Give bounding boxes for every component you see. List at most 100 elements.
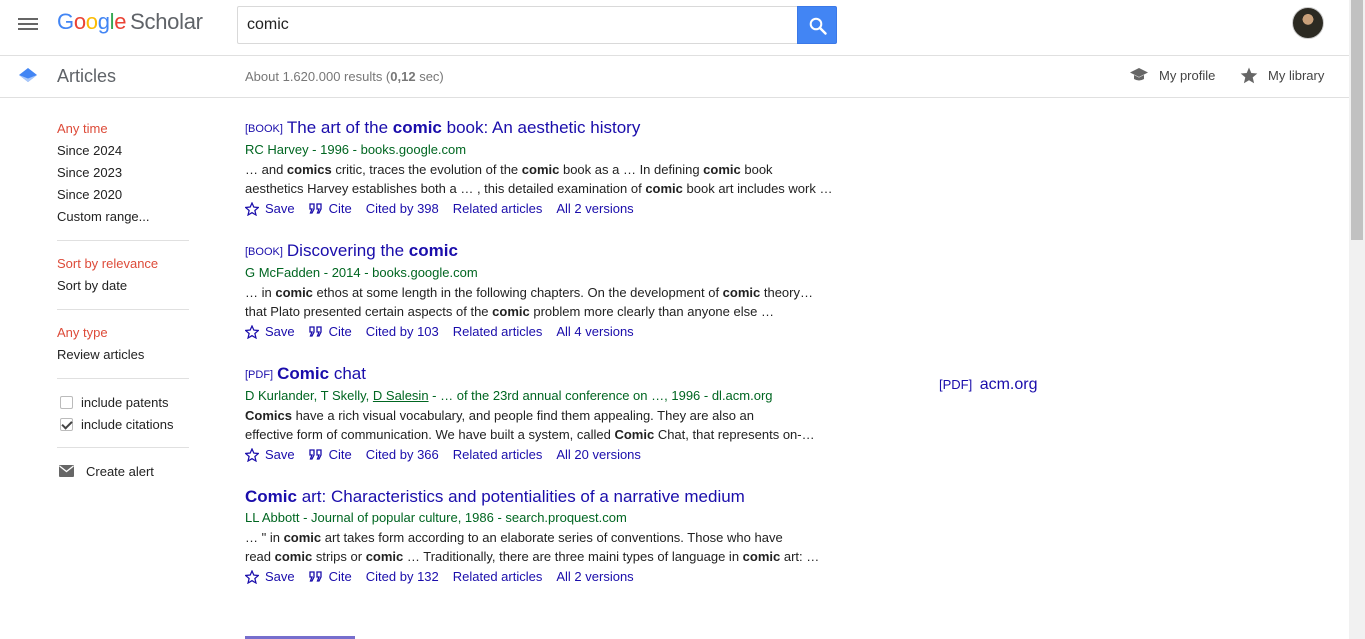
filter-since-2020[interactable]: Since 2020 (57, 184, 189, 206)
next-result-title-cutoff[interactable] (245, 630, 365, 639)
author-link[interactable]: D Salesin (373, 388, 429, 403)
type-filter-group: Any type Review articles (57, 322, 189, 379)
my-profile-link[interactable]: My profile (1129, 67, 1215, 83)
quote-icon (308, 203, 322, 214)
save-button[interactable]: Save (245, 321, 295, 343)
create-alert-button[interactable]: Create alert (57, 460, 189, 482)
star-outline-icon (245, 325, 259, 339)
google-scholar-logo[interactable]: Google Scholar (57, 9, 203, 35)
filter-any-type[interactable]: Any type (57, 322, 189, 344)
result-meta: RC Harvey - 1996 - books.google.com (245, 142, 467, 157)
star-outline-icon (245, 202, 259, 216)
result-title-link[interactable]: Comic art: Characteristics and potential… (245, 487, 845, 507)
star-icon (1240, 67, 1258, 84)
result-actions: Save Cite Cited by 398 Related articles … (245, 198, 845, 220)
save-button[interactable]: Save (245, 566, 295, 588)
all-versions-link[interactable]: All 20 versions (556, 444, 641, 466)
related-articles-link[interactable]: Related articles (453, 444, 543, 466)
filter-any-time[interactable]: Any time (57, 118, 189, 140)
avatar[interactable] (1292, 7, 1324, 39)
all-versions-link[interactable]: All 2 versions (556, 198, 633, 220)
sort-group: Sort by relevance Sort by date (57, 253, 189, 310)
scrollbar-thumb[interactable] (1351, 0, 1363, 240)
section-label-articles: Articles (57, 66, 117, 86)
include-patents-option[interactable]: include patents (57, 391, 189, 413)
cite-button[interactable]: Cite (308, 444, 352, 466)
my-library-label: My library (1268, 68, 1325, 83)
result-type-tag: [PDF] (245, 369, 274, 381)
result-actions: Save Cite Cited by 103 Related articles … (245, 321, 845, 343)
filter-sidebar: Any time Since 2024 Since 2023 Since 202… (57, 118, 189, 482)
sort-by-relevance[interactable]: Sort by relevance (57, 253, 189, 275)
result-item: [PDF] Comic chat D Kurlander, T Skelly, D… (245, 364, 845, 466)
filter-custom-range[interactable]: Custom range... (57, 206, 189, 228)
filter-since-2024[interactable]: Since 2024 (57, 140, 189, 162)
time-filter-group: Any time Since 2024 Since 2023 Since 202… (57, 118, 189, 241)
result-item: Comic art: Characteristics and potential… (245, 487, 845, 588)
pdf-source-link[interactable]: [PDF] acm.org (939, 376, 1037, 394)
cited-by-link[interactable]: Cited by 132 (366, 566, 439, 588)
result-snippet-line: Comics have a rich visual vocabulary, an… (245, 408, 755, 423)
hamburger-menu-icon[interactable] (18, 15, 40, 33)
checkbox-group: include patents include citations (57, 391, 189, 448)
star-outline-icon (245, 570, 259, 584)
sort-by-date[interactable]: Sort by date (57, 275, 189, 297)
quote-icon (308, 449, 322, 460)
cited-by-link[interactable]: Cited by 103 (366, 321, 439, 343)
cite-button[interactable]: Cite (308, 566, 352, 588)
all-versions-link[interactable]: All 2 versions (556, 566, 633, 588)
graduation-cap-icon (1130, 68, 1148, 81)
search-input[interactable] (237, 6, 798, 44)
result-snippet-line: aesthetics Harvey establishes both a … ,… (245, 181, 833, 196)
pdf-source-domain: acm.org (979, 376, 1038, 393)
result-type-tag: [BOOK] (245, 123, 283, 135)
logo-scholar-text: Scholar (130, 9, 203, 34)
include-citations-checkbox[interactable] (60, 417, 73, 431)
include-citations-label: include citations (81, 416, 174, 432)
logo-google-text: Google (57, 9, 127, 34)
result-snippet-line: … and comics critic, traces the evolutio… (245, 162, 773, 177)
create-alert-label: Create alert (86, 463, 154, 479)
related-articles-link[interactable]: Related articles (453, 198, 543, 220)
related-articles-link[interactable]: Related articles (453, 566, 543, 588)
all-versions-link[interactable]: All 4 versions (556, 321, 633, 343)
quote-icon (308, 326, 322, 337)
cite-button[interactable]: Cite (308, 198, 352, 220)
result-title-link[interactable]: [PDF] Comic chat (245, 364, 845, 385)
result-meta: D Kurlander, T Skelly, D Salesin - … of … (245, 388, 773, 403)
star-outline-icon (245, 448, 259, 462)
envelope-icon (59, 465, 74, 477)
result-item: [BOOK] Discovering the comic G McFadden -… (245, 241, 845, 343)
cited-by-link[interactable]: Cited by 366 (366, 444, 439, 466)
result-title-link[interactable]: [BOOK] The art of the comic book: An aest… (245, 118, 845, 139)
pdf-tag: [PDF] (939, 377, 973, 392)
my-profile-label: My profile (1159, 67, 1216, 83)
save-button[interactable]: Save (245, 444, 295, 466)
top-header: Google Scholar (0, 0, 1349, 56)
related-articles-link[interactable]: Related articles (453, 321, 543, 343)
search-icon (809, 17, 827, 35)
quote-icon (308, 571, 322, 582)
cited-by-link[interactable]: Cited by 398 (366, 198, 439, 220)
result-meta: G McFadden - 2014 - books.google.com (245, 265, 478, 280)
result-snippet-line: that Plato presented certain aspects of … (245, 304, 774, 319)
save-button[interactable]: Save (245, 198, 295, 220)
cite-button[interactable]: Cite (308, 321, 352, 343)
result-title-link[interactable]: [BOOK] Discovering the comic (245, 241, 845, 262)
result-actions: Save Cite Cited by 366 Related articles … (245, 444, 845, 466)
result-snippet-line: read comic strips or comic … Traditional… (245, 549, 820, 564)
result-stats: About 1.620.000 results (0,12 sec) (245, 69, 444, 84)
search-button[interactable] (797, 6, 837, 44)
results-list: [BOOK] The art of the comic book: An aest… (245, 118, 845, 609)
filter-review-articles[interactable]: Review articles (57, 344, 189, 366)
include-patents-checkbox[interactable] (60, 395, 73, 409)
result-item: [BOOK] The art of the comic book: An aest… (245, 118, 845, 220)
result-actions: Save Cite Cited by 132 Related articles … (245, 566, 845, 588)
include-citations-option[interactable]: include citations (57, 413, 189, 435)
include-patents-label: include patents (81, 394, 169, 410)
filter-since-2023[interactable]: Since 2023 (57, 162, 189, 184)
sub-header: Articles About 1.620.000 results (0,12 s… (0, 56, 1349, 98)
page-scrollbar[interactable] (1349, 0, 1365, 639)
my-library-link[interactable]: My library (1240, 67, 1324, 84)
result-meta: LL Abbott - Journal of popular culture, … (245, 510, 627, 525)
